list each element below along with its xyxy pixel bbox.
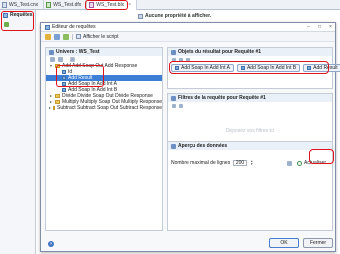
expand-icon[interactable] [58, 57, 63, 62]
connection-file-icon [2, 2, 7, 8]
foundation-file-icon [46, 2, 52, 8]
filter-settings-icon[interactable] [287, 160, 293, 166]
queries-pane: Requêtes [0, 10, 36, 254]
properties-message: Aucune propriété à afficher. [138, 12, 211, 20]
annotation-highlight-result-objects [169, 61, 329, 74]
preview-icon [171, 143, 176, 149]
universe-toolbar [46, 56, 162, 63]
result-objects-header: Objets du résultat pour Requête #1 [168, 48, 332, 56]
dialog-titlebar: Editeur de requêtes – □ × [41, 23, 335, 32]
filter-icon [171, 95, 176, 101]
universe-panel: Univers : WS_Test ▾ Add Add Soap Out Add … [45, 47, 163, 231]
properties-icon [138, 13, 143, 19]
data-preview-header: Aperçu des données [168, 142, 332, 150]
tree-item-label: Subtract Subtract Soap Out Subtract Resp… [57, 105, 163, 111]
result-objects-panel: Objets du résultat pour Requête #1 Add S… [167, 47, 340, 89]
properties-message-text: Aucune propriété à afficher. [145, 13, 212, 19]
annotation-highlight-refresh [309, 149, 334, 164]
annotation-highlight-tabs [85, 0, 128, 10]
dialog-toolbar: Afficher le script [41, 32, 335, 42]
spinner-arrows-icon[interactable]: ▲ ▼ [250, 160, 253, 166]
properties-icon[interactable] [54, 33, 60, 40]
close-icon[interactable]: × [326, 24, 335, 30]
universe-search-input[interactable] [70, 57, 75, 62]
dialog-title: Editeur de requêtes [52, 24, 96, 30]
universe-header: Univers : WS_Test [46, 48, 162, 56]
ok-button[interactable]: OK [269, 238, 299, 248]
annotation-highlight-tree [56, 65, 104, 87]
filters-toolbar [168, 102, 332, 109]
query-filters-header: Filtres de la requête pour Requête #1 [168, 94, 332, 102]
collapse-arrow-icon[interactable]: ▾ [49, 63, 53, 69]
help-icon[interactable]: ? [48, 241, 54, 247]
maximize-icon[interactable]: □ [315, 24, 324, 30]
preview-options-row: Nombre maximal de lignes 200 ▲ ▼ Actualis… [171, 158, 328, 168]
show-script-label: Afficher le script [83, 33, 119, 40]
folder-icon [54, 100, 60, 104]
max-rows-input[interactable]: 200 [233, 160, 248, 166]
tab-label: WS_Test.dfx [53, 2, 82, 8]
universe-icon [49, 49, 54, 55]
tree-folder[interactable]: ▸ Subtract Subtract Soap Out Subtract Res… [46, 105, 162, 111]
refresh-icon [297, 160, 303, 166]
view-icon[interactable] [50, 57, 55, 62]
toolbar-separator [72, 33, 73, 40]
query-editor-dialog: Editeur de requêtes – □ × Afficher le sc… [40, 22, 340, 252]
document-tab-bar: WS_Test.cnx WS_Test.dfx WS_Test.blx × [0, 0, 340, 10]
tab-ws-test-dfx[interactable]: WS_Test.dfx [44, 0, 88, 10]
new-query-icon[interactable] [45, 33, 51, 40]
run-icon[interactable] [63, 33, 69, 40]
script-icon [76, 34, 81, 39]
minimize-icon[interactable]: – [304, 24, 313, 30]
result-objects-title: Objets du résultat pour Requête #1 [178, 49, 262, 55]
filters-drop-hint: Déposez vos filtres ici [225, 128, 275, 134]
expand-arrow-icon[interactable]: ▸ [49, 105, 51, 111]
close-tab-icon[interactable]: × [128, 0, 131, 10]
universe-title: Univers : WS_Test [56, 49, 100, 55]
attribute-icon [62, 88, 66, 92]
remove-filter-icon[interactable] [179, 103, 183, 108]
close-button[interactable]: Fermer [303, 238, 333, 248]
folder-icon [53, 106, 56, 110]
tab-label: WS_Test.cnx [9, 2, 39, 8]
max-rows-label: Nombre maximal de lignes [171, 160, 231, 166]
folder-icon [55, 94, 60, 98]
annotation-highlight-queries [1, 11, 34, 31]
tab-ws-test-cnx[interactable]: WS_Test.cnx [0, 0, 45, 10]
add-filter-icon[interactable] [172, 103, 176, 108]
result-objects-icon [171, 49, 176, 55]
query-editor-icon [45, 24, 50, 30]
query-filters-title: Filtres de la requête pour Requête #1 [178, 95, 266, 101]
data-preview-title: Aperçu des données [178, 143, 228, 149]
show-script-button[interactable]: Afficher le script [76, 34, 118, 40]
